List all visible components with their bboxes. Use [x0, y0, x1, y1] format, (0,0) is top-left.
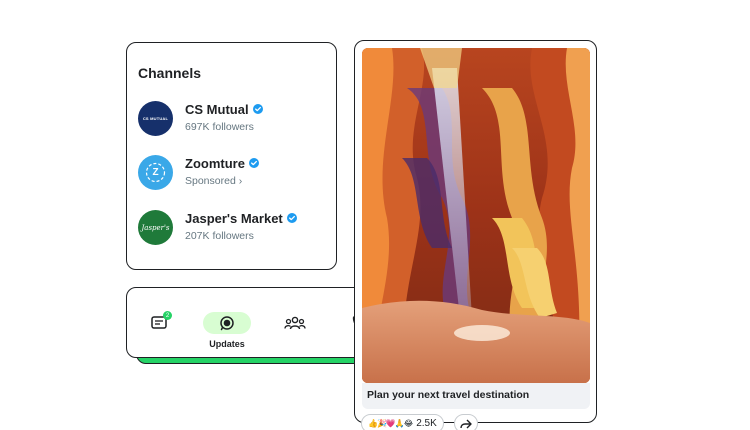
unread-badge: 2 [163, 311, 172, 320]
forward-button[interactable] [454, 414, 478, 430]
channels-title: Channels [138, 65, 202, 81]
channel-item-jaspers-market[interactable]: Jasper's Jasper's Market 207K followers [138, 210, 328, 250]
reactions-bar[interactable]: 👍🎉💗🙏😂 2.5K [361, 414, 444, 430]
channel-item-zoomture[interactable]: Z Zoomture Sponsored › [138, 155, 328, 195]
communities-icon [284, 316, 306, 330]
channel-name-text: Jasper's Market [185, 211, 283, 226]
channel-name: Zoomture [185, 156, 259, 171]
channel-sponsored: Sponsored › [185, 175, 243, 187]
reaction-count: 2.5K [416, 418, 437, 429]
forward-icon [460, 419, 472, 428]
verified-check-icon [286, 213, 297, 223]
post-image[interactable] [362, 48, 590, 383]
avatar: Z [138, 155, 173, 190]
channel-item-cs-mutual[interactable]: CS MUTUAL CS Mutual 697K followers [138, 101, 328, 141]
channel-followers: 207K followers [185, 230, 254, 242]
channel-name: Jasper's Market [185, 211, 297, 226]
avatar: CS MUTUAL [138, 101, 173, 136]
channel-name-text: Zoomture [185, 156, 245, 171]
verified-check-icon [252, 104, 263, 114]
post-caption: Plan your next travel destination [367, 389, 530, 401]
channel-avatar-label: CS MUTUAL [142, 116, 169, 121]
avatar: Jasper's [138, 210, 173, 245]
channel-post-card: Plan your next travel destination [354, 40, 597, 423]
nav-chats[interactable]: 2 [127, 288, 192, 359]
canyon-photo [362, 48, 590, 383]
channel-name: CS Mutual [185, 102, 263, 117]
updates-icon [220, 316, 234, 331]
channel-name-text: CS Mutual [185, 102, 249, 117]
channels-card: Channels CS MUTUAL CS Mutual 697K follow… [126, 42, 337, 270]
channel-avatar-label: Z [152, 167, 159, 178]
nav-communities[interactable] [277, 288, 313, 359]
channel-followers: 697K followers [185, 121, 254, 133]
nav-updates[interactable] [203, 312, 251, 334]
reaction-emojis: 👍🎉💗🙏😂 [368, 419, 413, 428]
post-caption-box: Plan your next travel destination [362, 383, 590, 409]
verified-check-icon [248, 158, 259, 168]
channel-avatar-label: Jasper's [141, 223, 170, 232]
